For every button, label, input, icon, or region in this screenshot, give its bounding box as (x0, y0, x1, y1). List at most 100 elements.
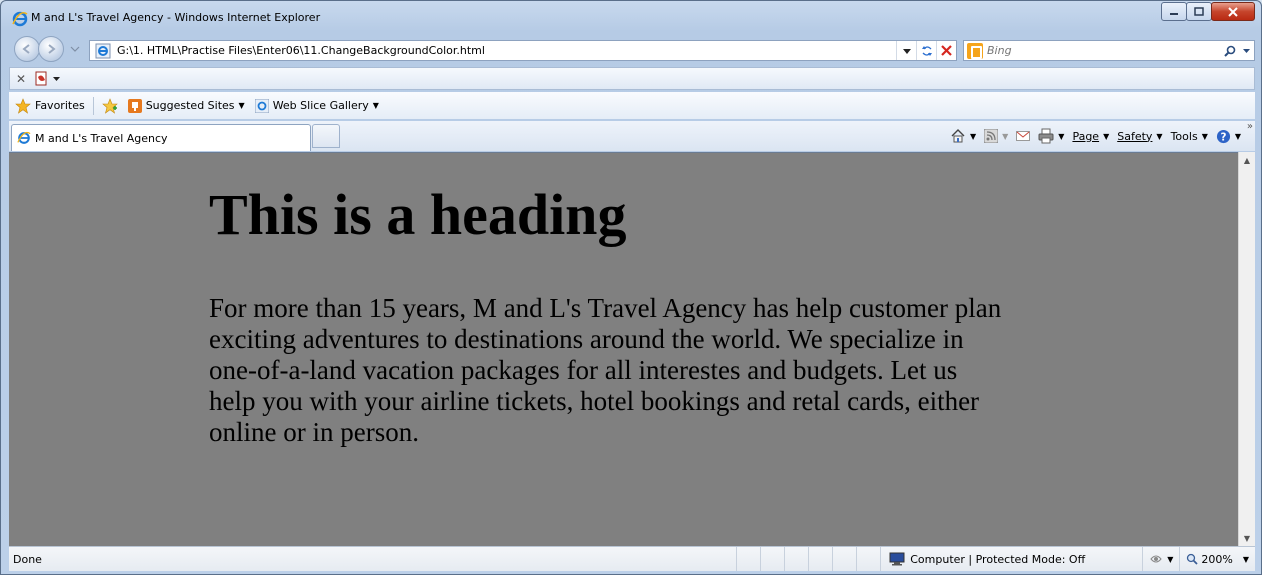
suggested-sites-label: Suggested Sites (145, 99, 235, 112)
zoom-button[interactable]: 200% ▼ (1179, 547, 1255, 571)
new-tab-button[interactable] (312, 124, 340, 148)
svg-text:?: ? (1220, 131, 1226, 143)
chevron-down-icon: ▼ (1156, 131, 1163, 141)
zoom-level: 200% (1201, 552, 1233, 566)
minimize-icon (1170, 12, 1178, 15)
close-toolbar-icon[interactable]: ✕ (16, 72, 26, 86)
web-slice-gallery-label: Web Slice Gallery (272, 99, 369, 112)
read-mail-button[interactable] (1016, 130, 1031, 142)
pdf-convert-icon[interactable] (34, 71, 50, 87)
stop-button[interactable] (936, 41, 956, 60)
chevron-down-icon: ▼ (1058, 131, 1065, 141)
security-zone[interactable]: Computer | Protected Mode: Off (880, 547, 1142, 571)
search-button[interactable] (1220, 45, 1254, 57)
favorites-button[interactable]: Favorites (15, 97, 85, 114)
chevron-down-icon[interactable] (53, 75, 61, 83)
search-icon (1224, 45, 1236, 57)
window-title: M and L's Travel Agency - Windows Intern… (31, 11, 321, 24)
address-bar[interactable]: G:\1. HTML\Practise Files\Enter06\11.Cha… (89, 40, 957, 61)
status-cell (808, 547, 832, 571)
scroll-down-icon[interactable]: ▼ (1239, 530, 1255, 546)
printer-icon (1038, 128, 1054, 144)
close-icon (1228, 6, 1238, 17)
forward-button[interactable] (38, 36, 64, 62)
status-cell (736, 547, 760, 571)
help-button[interactable]: ? ▼ (1216, 129, 1241, 144)
chevron-down-icon: ▼ (1167, 554, 1174, 564)
status-cell (760, 547, 784, 571)
zone-text: Computer | Protected Mode: Off (910, 552, 1086, 566)
safety-menu-label: Safety (1117, 129, 1153, 143)
page-paragraph: For more than 15 years, M and L's Travel… (209, 293, 1002, 447)
tab-bar: M and L's Travel Agency ▼ ▼ ▼ Page ▼ Saf… (9, 121, 1255, 151)
tab-label: M and L's Travel Agency (35, 131, 168, 145)
title-bar[interactable]: M and L's Travel Agency - Windows Intern… (1, 1, 1261, 31)
zoom-icon (1187, 553, 1199, 565)
address-url[interactable]: G:\1. HTML\Practise Files\Enter06\11.Cha… (117, 44, 896, 57)
toolbar-strip: ✕ (9, 67, 1255, 90)
tab-travel-agency[interactable]: M and L's Travel Agency (11, 124, 311, 151)
chevron-down-icon: ▼ (1002, 131, 1009, 141)
print-button[interactable]: ▼ (1038, 128, 1064, 144)
chevron-down-icon: ▼ (1201, 131, 1208, 141)
add-favorite-icon (101, 97, 118, 114)
tools-menu[interactable]: Tools ▼ (1171, 130, 1208, 143)
search-box (963, 40, 1255, 61)
refresh-button[interactable] (916, 41, 936, 60)
page-heading: This is a heading (209, 182, 627, 247)
web-slice-gallery-link[interactable]: Web Slice Gallery ▼ (254, 98, 379, 113)
maximize-icon (1194, 6, 1204, 16)
help-icon: ? (1216, 129, 1230, 143)
safety-menu[interactable]: Safety ▼ (1117, 130, 1162, 143)
scroll-up-icon[interactable]: ▲ (1239, 152, 1255, 168)
page-content: This is a heading For more than 15 years… (9, 152, 1238, 546)
address-row: G:\1. HTML\Practise Files\Enter06\11.Cha… (1, 34, 1261, 66)
separator (92, 96, 94, 115)
mail-icon (1016, 131, 1031, 141)
add-to-favorites-bar-button[interactable] (101, 97, 122, 114)
chevron-down-icon: ▼ (969, 131, 977, 141)
page-icon (95, 43, 111, 58)
forward-arrow-icon (48, 44, 56, 54)
feeds-button[interactable]: ▼ (984, 129, 1008, 143)
stop-icon (941, 45, 952, 56)
close-window-button[interactable] (1211, 2, 1255, 21)
history-dropdown-icon[interactable] (70, 44, 80, 54)
favorites-star-icon (15, 97, 31, 114)
chevron-down-icon: ▼ (238, 101, 245, 110)
chevron-down-icon: ▼ (1103, 131, 1110, 141)
favorites-label: Favorites (35, 99, 85, 112)
status-cell (784, 547, 808, 571)
caption-buttons (1161, 2, 1255, 21)
more-commands-icon[interactable]: » (1247, 121, 1253, 132)
browser-window: M and L's Travel Agency - Windows Intern… (0, 0, 1262, 575)
chevron-down-icon (1243, 48, 1251, 53)
back-button[interactable] (14, 36, 40, 62)
popup-protected-button[interactable]: ▼ (1142, 547, 1179, 571)
search-input[interactable] (987, 44, 1220, 57)
ie-logo-icon (12, 11, 28, 27)
tools-menu-label: Tools (1170, 129, 1198, 143)
address-dropdown-button[interactable] (896, 41, 916, 60)
page-menu[interactable]: Page ▼ (1072, 130, 1109, 143)
ie-page-icon (17, 131, 31, 144)
favorites-bar: Favorites Suggested Sites ▼ Web Slice Ga… (9, 92, 1255, 119)
suggested-sites-link[interactable]: Suggested Sites ▼ (127, 98, 245, 113)
page-menu-label: Page (1072, 129, 1100, 143)
vertical-scrollbar[interactable]: ▲ ▼ (1238, 152, 1255, 546)
home-button[interactable]: ▼ (950, 128, 976, 144)
protected-mode-icon (1150, 555, 1162, 563)
status-text: Done (13, 552, 42, 566)
bing-logo-icon (967, 42, 983, 59)
command-bar: ▼ ▼ ▼ Page ▼ Safety ▼ Tools ▼ ? ▼ (942, 125, 1241, 147)
chevron-down-icon: ▼ (1242, 554, 1249, 564)
home-icon (951, 129, 965, 143)
status-cell (832, 547, 856, 571)
computer-icon (889, 552, 905, 566)
minimize-button[interactable] (1161, 2, 1187, 21)
rss-feed-icon (984, 129, 999, 143)
chevron-down-icon: ▼ (1234, 131, 1241, 141)
address-tools (896, 41, 956, 60)
maximize-button[interactable] (1186, 2, 1212, 21)
web-slice-icon (254, 98, 269, 113)
